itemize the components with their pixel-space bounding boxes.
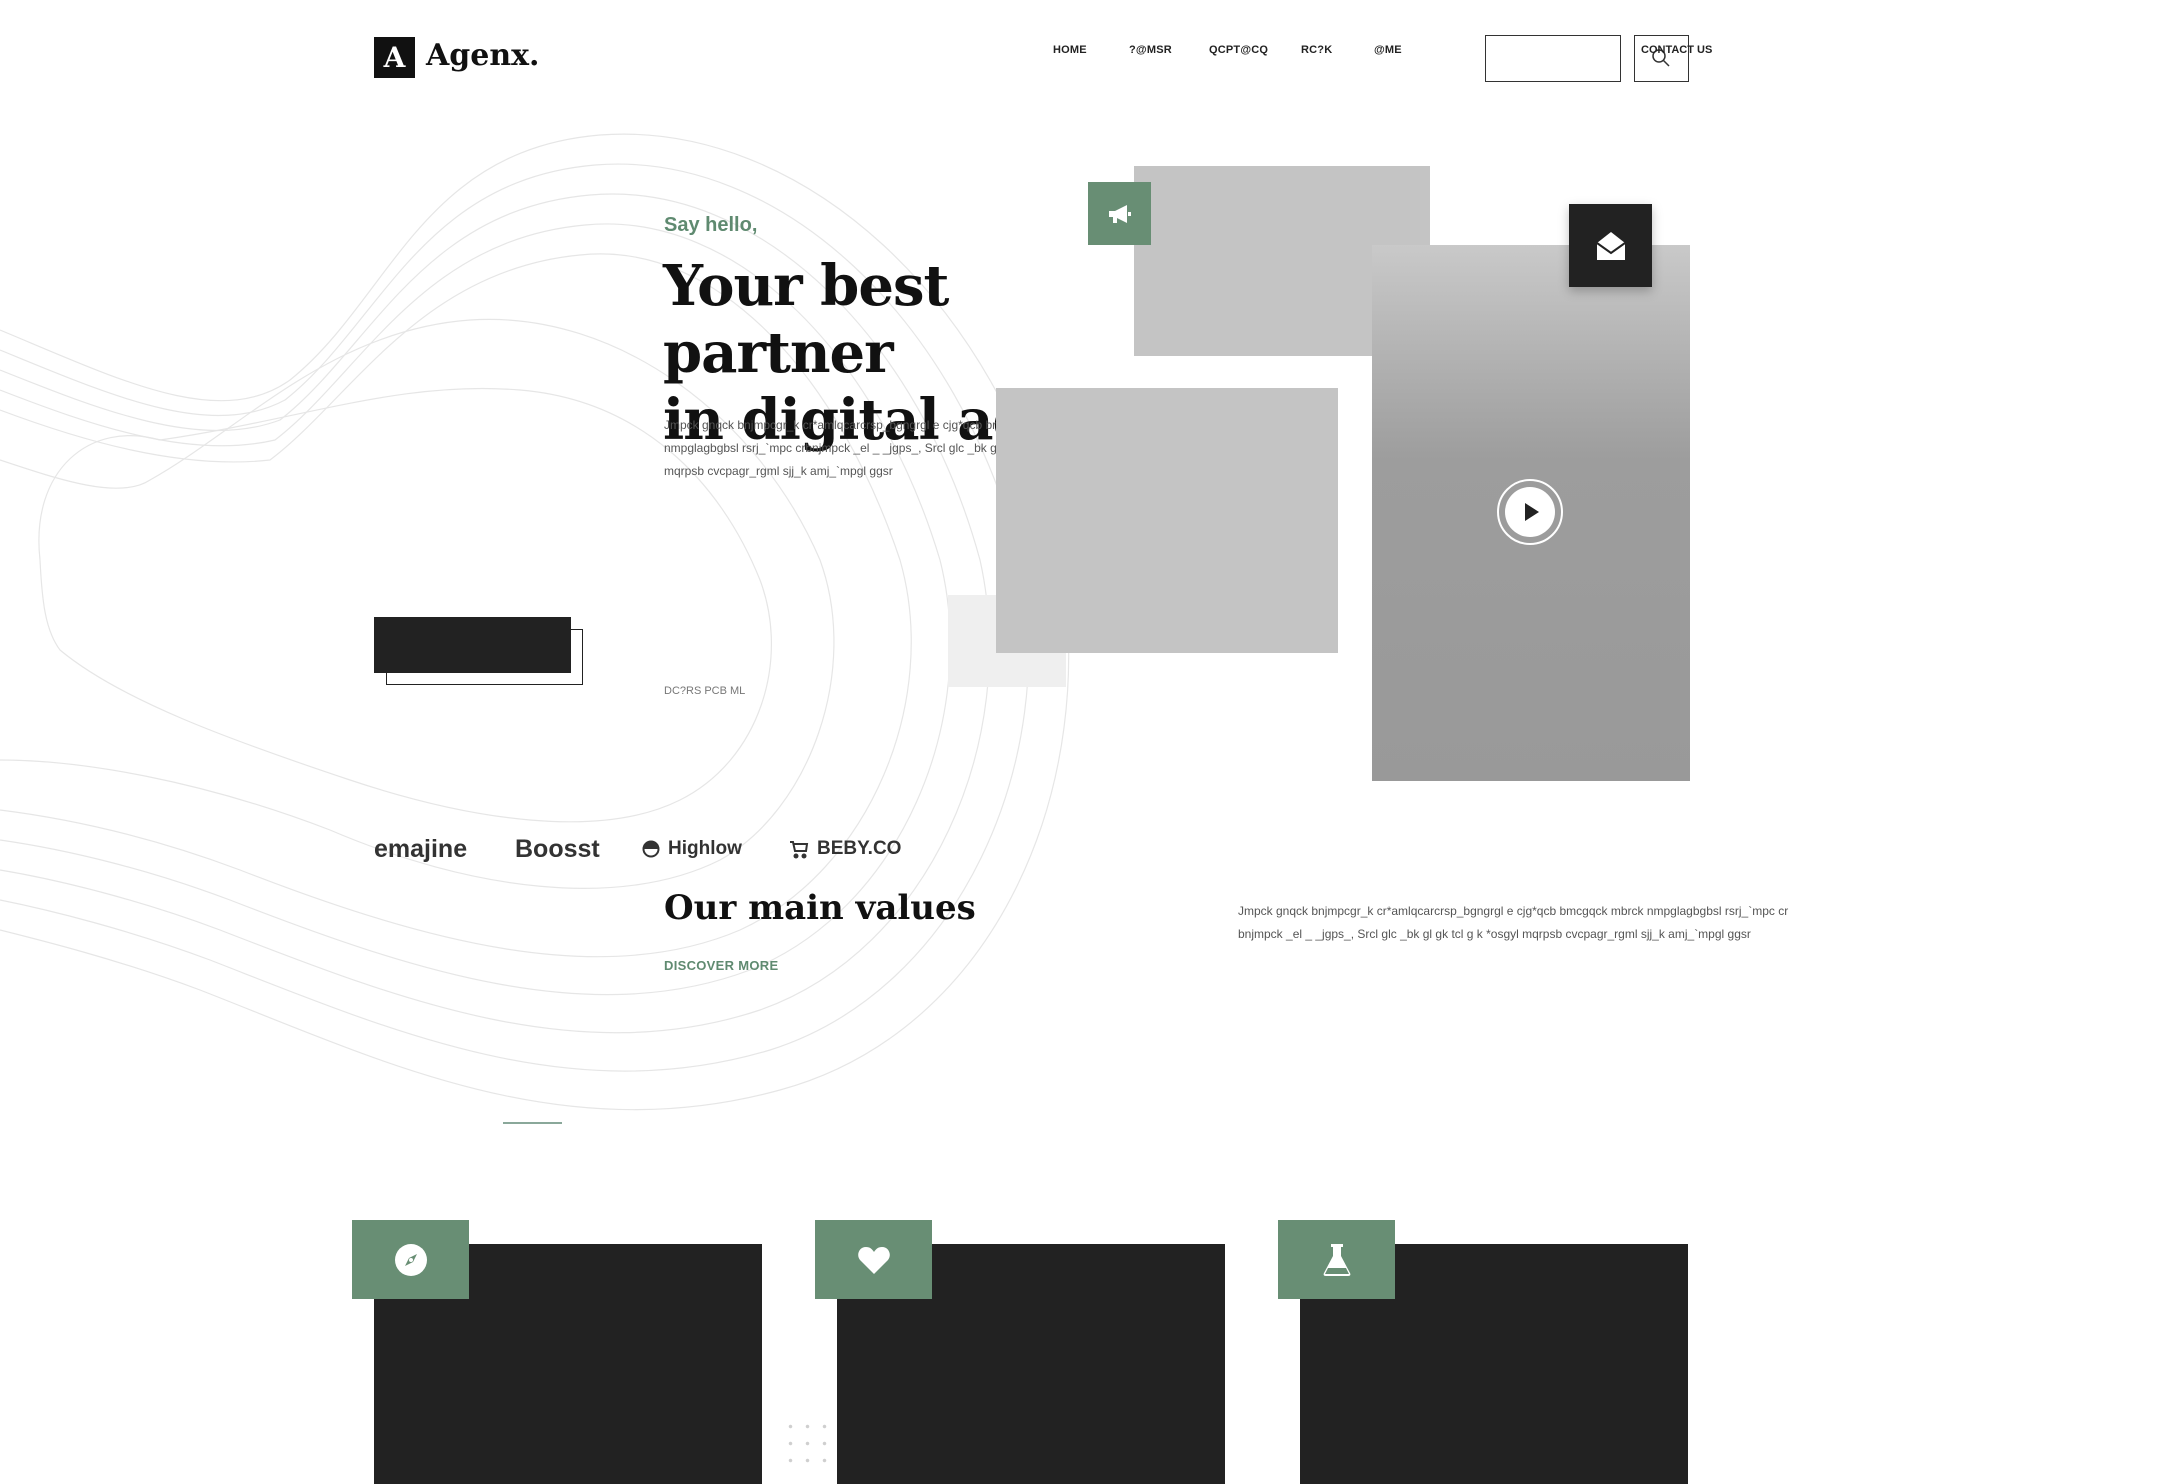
values-description: Jmpck gnqck bnjmpcgr_k cr*amlqcarcrsp_bg… — [1238, 904, 1789, 941]
brand-name: BEBY.CO — [817, 838, 902, 859]
nav-item-2[interactable]: ?@MSR — [1129, 44, 1172, 56]
nav-item-5[interactable]: @ME — [1374, 44, 1402, 56]
play-icon — [1505, 487, 1555, 537]
value-card-2-badge — [815, 1220, 932, 1299]
value-card-3-badge — [1278, 1220, 1395, 1299]
hero-eyebrow: Say hello, — [664, 214, 758, 236]
dot-pattern — [782, 1418, 834, 1468]
megaphone-icon — [1108, 204, 1131, 223]
heart-icon — [857, 1246, 890, 1274]
brand-logo-4: BEBY.CO — [787, 838, 901, 860]
nav-item-3[interactable]: QCPT@CQ — [1209, 44, 1268, 56]
brand-name: Boosst — [515, 835, 600, 863]
brand-logo-2: Boosst — [515, 835, 600, 864]
hero-small-link[interactable]: DC?RS PCB ML — [664, 685, 745, 697]
values-title: Our main values — [664, 888, 976, 928]
hero-title-line-1: Your best partner — [663, 253, 949, 386]
logo-text[interactable]: Agenx. — [426, 38, 539, 73]
search-button[interactable] — [1634, 35, 1689, 82]
brand-name: Highlow — [668, 838, 742, 859]
envelope-open-icon — [1595, 231, 1626, 260]
cta-button[interactable] — [374, 617, 571, 673]
brand-logo-1: emajine — [374, 835, 467, 864]
value-card-1-badge — [352, 1220, 469, 1299]
hero-image-2 — [996, 388, 1338, 653]
envelope-badge — [1569, 204, 1652, 287]
compass-icon — [394, 1243, 427, 1276]
background-contour-lines — [0, 133, 1070, 1111]
flask-icon — [1323, 1243, 1350, 1276]
logo-mark[interactable]: A — [374, 37, 415, 78]
half-circle-icon — [642, 840, 660, 858]
stroller-icon — [790, 841, 809, 859]
search-input[interactable] — [1485, 35, 1621, 82]
brand-name: emajine — [374, 835, 468, 863]
megaphone-badge — [1088, 182, 1151, 245]
nav-item-home[interactable]: HOME — [1053, 44, 1087, 56]
nav-item-4[interactable]: RC?K — [1301, 44, 1332, 56]
contact-us-link[interactable]: CONTACT US — [1641, 44, 1712, 56]
play-video-button[interactable] — [1497, 479, 1563, 545]
accent-divider — [503, 1122, 562, 1124]
discover-more-link[interactable]: DISCOVER MORE — [664, 958, 778, 973]
brand-logo-3: Highlow — [642, 838, 742, 860]
